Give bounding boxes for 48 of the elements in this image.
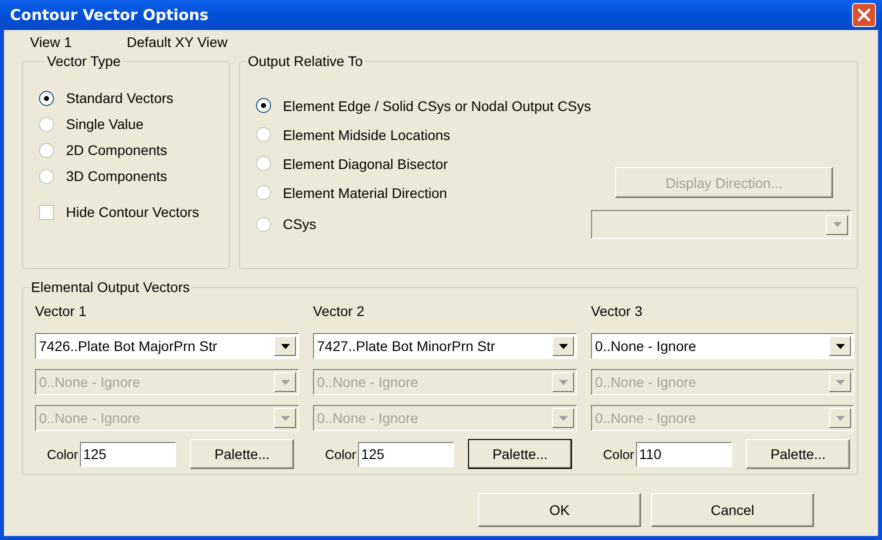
radio-label[interactable]: CSys [282, 216, 316, 232]
caret-icon [832, 222, 842, 227]
radio-label[interactable]: Element Midside Locations [282, 126, 450, 142]
radio-label[interactable]: Single Value [66, 116, 144, 132]
group-title: Vector Type [46, 53, 122, 69]
color-field[interactable]: 125 [358, 442, 454, 466]
caret-icon [558, 416, 568, 420]
color-label: Color [47, 446, 78, 462]
dropdown[interactable]: 7427..Plate Bot MinorPrn Str [313, 333, 577, 359]
caret-icon [280, 344, 290, 348]
radio-label[interactable]: Element Material Direction [282, 184, 448, 200]
radio-label[interactable]: Element Edge / Solid CSys or Nodal Output CSys [282, 98, 591, 114]
palette-button[interactable]: Palette... [746, 439, 850, 469]
vector-label: Vector 1 [35, 303, 88, 321]
window-title: Contour Vector Options [10, 6, 208, 24]
caret-icon [836, 344, 844, 348]
view-name: Default XY View [126, 34, 228, 50]
view-label: View 1 [30, 34, 72, 50]
caret-icon [836, 380, 844, 384]
palette-button[interactable]: Palette... [190, 439, 294, 469]
group-title: Output Relative To [246, 53, 364, 69]
color-field[interactable]: 125 [80, 442, 176, 466]
radio-label[interactable]: Standard Vectors [66, 90, 174, 106]
radio-button[interactable] [39, 90, 54, 106]
checkbox-label[interactable]: Hide Contour Vectors [66, 204, 200, 220]
color-field[interactable]: 110 [636, 442, 732, 466]
dialog-button[interactable]: OK [478, 493, 641, 527]
radio-label[interactable]: 3D Components [66, 168, 168, 184]
dialog-button[interactable]: Cancel [651, 493, 814, 527]
close-button[interactable] [852, 3, 876, 27]
checkbox[interactable] [39, 204, 54, 220]
dropdown[interactable]: 7426..Plate Bot MajorPrn Str [35, 333, 299, 359]
color-label: Color [603, 446, 634, 462]
radio-label[interactable]: 2D Components [66, 142, 168, 158]
caret-icon [280, 416, 290, 420]
caret-icon [836, 416, 844, 420]
vector-label: Vector 3 [591, 303, 644, 321]
vector-label: Vector 2 [313, 303, 366, 321]
caret-icon [558, 344, 568, 348]
dropdown[interactable]: 0..None - Ignore [591, 333, 854, 359]
radio-label[interactable]: Element Diagonal Bisector [282, 156, 448, 172]
palette-button[interactable]: Palette... [468, 439, 572, 469]
radio-button[interactable] [256, 98, 271, 113]
group-title: Elemental Output Vectors [30, 279, 191, 295]
caret-icon [558, 380, 568, 384]
color-label: Color [325, 446, 356, 462]
close-icon [857, 8, 871, 22]
caret-icon [280, 380, 290, 384]
